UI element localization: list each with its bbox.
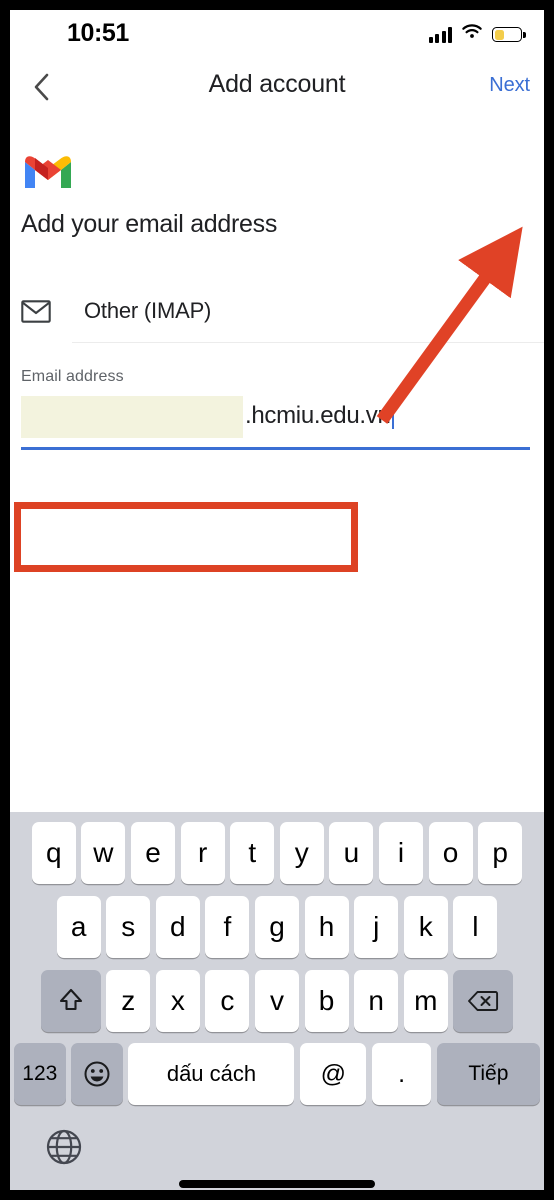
list-divider xyxy=(72,342,544,343)
account-type-label: Other (IMAP) xyxy=(84,298,212,323)
text-caret xyxy=(391,401,394,429)
key-r[interactable]: r xyxy=(180,822,225,884)
period-key[interactable]: . xyxy=(372,1043,432,1105)
key-n[interactable]: n xyxy=(354,970,399,1032)
backspace-delete-icon xyxy=(468,991,499,1011)
key-v[interactable]: v xyxy=(255,970,299,1032)
emoji-key[interactable] xyxy=(71,1043,123,1105)
key-o[interactable]: o xyxy=(428,822,473,884)
gmail-logo-icon xyxy=(25,156,71,188)
email-field-label: Email address xyxy=(21,368,124,385)
wifi-icon xyxy=(461,24,483,45)
key-j[interactable]: j xyxy=(354,896,399,958)
status-icon-group xyxy=(428,24,526,45)
home-indicator-bar xyxy=(179,1180,375,1188)
key-f[interactable]: f xyxy=(205,896,250,958)
annotation-highlight-box xyxy=(14,502,358,572)
key-u[interactable]: u xyxy=(329,822,374,884)
key-w[interactable]: w xyxy=(81,822,126,884)
email-input-field[interactable]: .hcmiu.edu.vn xyxy=(21,394,540,456)
key-y[interactable]: y xyxy=(279,822,324,884)
headline-text: Add your email address xyxy=(21,210,278,238)
numbers-key[interactable]: 123 xyxy=(14,1043,66,1105)
space-key[interactable]: dấu cách xyxy=(128,1043,295,1105)
next-button[interactable]: Next xyxy=(489,74,530,97)
at-key[interactable]: @ xyxy=(300,1043,367,1105)
page-title: Add account xyxy=(208,70,346,98)
key-d[interactable]: d xyxy=(155,896,200,958)
keyboard-row-1: q w e r t y u i o p xyxy=(10,812,544,890)
keyboard-row-3: z x c v b n m xyxy=(10,964,544,1038)
key-l[interactable]: l xyxy=(453,896,498,958)
navigation-bar: Add account Next xyxy=(10,58,544,120)
key-g[interactable]: g xyxy=(255,896,299,958)
return-key[interactable]: Tiếp xyxy=(436,1043,540,1105)
redaction-overlay xyxy=(21,396,243,438)
key-c[interactable]: c xyxy=(205,970,250,1032)
key-p[interactable]: p xyxy=(478,822,523,884)
key-m[interactable]: m xyxy=(403,970,448,1032)
key-t[interactable]: t xyxy=(230,822,275,884)
phone-frame: 10:51 Add account Next Add your email ad… xyxy=(0,0,554,1200)
key-s[interactable]: s xyxy=(106,896,151,958)
key-k[interactable]: k xyxy=(403,896,448,958)
key-e[interactable]: e xyxy=(131,822,176,884)
shift-up-arrow-icon xyxy=(59,988,82,1011)
cellular-signal-icon xyxy=(428,26,452,43)
email-input-value: .hcmiu.edu.vn xyxy=(245,401,394,430)
key-x[interactable]: x xyxy=(155,970,200,1032)
shift-key[interactable] xyxy=(40,970,101,1032)
keyboard-bottom-bar xyxy=(10,1110,544,1190)
globe-language-icon[interactable] xyxy=(45,1128,83,1166)
keyboard-row-4: 123 dấu cách @ . Tiếp xyxy=(10,1038,544,1110)
envelope-icon xyxy=(21,295,67,327)
key-z[interactable]: z xyxy=(106,970,151,1032)
key-a[interactable]: a xyxy=(56,896,101,958)
backspace-key[interactable] xyxy=(453,970,514,1032)
email-input-underline xyxy=(21,447,530,450)
key-h[interactable]: h xyxy=(304,896,349,958)
key-q[interactable]: q xyxy=(31,822,76,884)
keyboard-row-2: a s d f g h j k l xyxy=(10,890,544,964)
phone-screen: 10:51 Add account Next Add your email ad… xyxy=(10,10,544,1190)
status-bar: 10:51 xyxy=(10,10,544,58)
account-type-other-imap[interactable]: Other (IMAP) xyxy=(21,283,521,339)
key-i[interactable]: i xyxy=(378,822,423,884)
emoji-smiley-icon xyxy=(84,1061,110,1087)
battery-icon xyxy=(492,27,526,42)
status-clock: 10:51 xyxy=(67,19,129,47)
key-b[interactable]: b xyxy=(304,970,349,1032)
virtual-keyboard: q w e r t y u i o p a s d f g h j k l z … xyxy=(10,812,544,1190)
